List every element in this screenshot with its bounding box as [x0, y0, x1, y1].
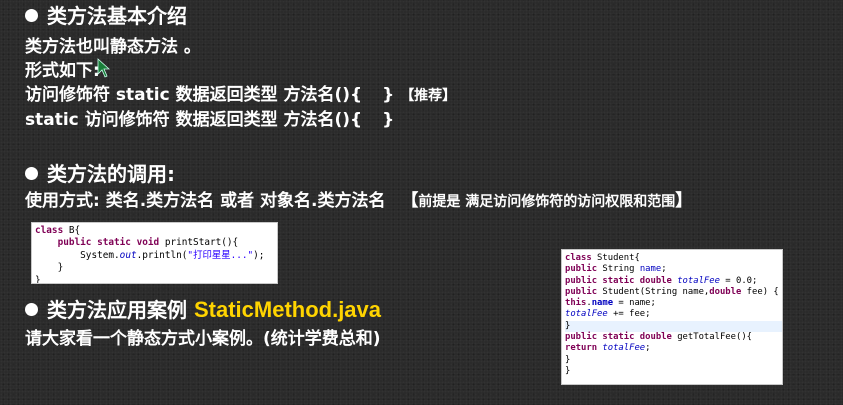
code-text: printStart(){ [159, 237, 239, 249]
section1-title: 类方法基本介绍 [47, 4, 187, 28]
code-text: String [597, 264, 640, 275]
code-keyword: double [709, 286, 742, 297]
code-field: out [119, 249, 137, 261]
code-text: .println( [136, 249, 188, 261]
code-block-student: class Student{ public String name; publi… [561, 249, 783, 385]
code-text: ; [661, 264, 667, 275]
code-text: ); [253, 249, 265, 261]
usage-text: 使用方式: 类名.类方法名 或者 对象名.类方法名 [25, 191, 386, 211]
note-open: 【 [401, 191, 419, 211]
code-text: System. [80, 249, 120, 261]
code-text: } [565, 365, 571, 376]
section1-line3: 访问修饰符 static 数据返回类型 方法名(){} 【推荐】 [25, 80, 456, 105]
note-close: 】 [675, 191, 693, 211]
code-keyword: return [565, 343, 598, 354]
syntax-recommended: 访问修饰符 static 数据返回类型 方法名(){ [25, 85, 363, 105]
code-text: += fee; [607, 309, 651, 320]
code-text: fee) { [741, 286, 779, 297]
code-text: } [565, 320, 571, 331]
syntax-alternative-close: } [382, 110, 395, 130]
code-keyword: this [565, 298, 587, 309]
code-keyword: public [565, 264, 598, 275]
code-keyword: public [565, 286, 598, 297]
code-text: Student{ [591, 253, 640, 263]
code-text: Student(String name, [597, 286, 710, 297]
code-keyword: class [35, 225, 64, 236]
code-field: totalFee [602, 343, 646, 354]
section3-heading: 类方法应用案例 StaticMethod.java [25, 294, 381, 323]
code-text: B{ [63, 225, 81, 236]
code-text: } [57, 262, 64, 274]
bullet-icon [25, 303, 38, 316]
code-field: name [639, 264, 662, 275]
section1-line4: static 访问修饰符 数据返回类型 方法名(){} [25, 105, 394, 130]
cursor-icon [97, 58, 111, 78]
section2-title: 类方法的调用: [47, 162, 175, 186]
code-field: name [591, 298, 614, 309]
code-string: "打印星星..." [187, 249, 254, 261]
code-field: totalFee [565, 309, 608, 320]
code-keyword: public static double [565, 332, 672, 343]
code-keyword: class [565, 253, 592, 263]
code-text: } [35, 274, 41, 284]
section1-line1: 类方法也叫静态方法 。 [25, 37, 201, 57]
code-block-class-b: class B{ public static void printStart()… [31, 222, 278, 284]
bullet-icon [25, 167, 38, 180]
section3-description: 请大家看一个静态方式小案例。(统计学费总和) [25, 329, 381, 349]
section1-heading: 类方法基本介绍 [25, 0, 187, 29]
code-text: ; [645, 343, 651, 354]
bullet-icon [25, 9, 38, 22]
code-text: = name; [613, 298, 656, 309]
section1-line2: 形式如下: [25, 61, 100, 81]
example-filename: StaticMethod.java [193, 297, 382, 322]
section3-title: 类方法应用案例 [47, 298, 187, 322]
syntax-recommended-close: } [382, 85, 395, 105]
usage-note: 前提是 满足访问修饰符的访问权限和范围 [418, 194, 676, 210]
code-field: totalFee [677, 275, 720, 286]
syntax-alternative: static 访问修饰符 数据返回类型 方法名(){ [25, 110, 363, 130]
code-keyword: public static void [57, 237, 160, 249]
code-text: getTotalFee(){ [671, 332, 753, 343]
code-text: } [565, 354, 571, 365]
section2-heading: 类方法的调用: [25, 158, 175, 187]
code-keyword: public static double [565, 275, 672, 286]
recommended-tag: 【推荐】 [400, 88, 457, 104]
section2-usage-line: 使用方式: 类名.类方法名 或者 对象名.类方法名 【前提是 满足访问修饰符的访… [25, 186, 692, 211]
code-text: = 0.0; [719, 275, 758, 286]
